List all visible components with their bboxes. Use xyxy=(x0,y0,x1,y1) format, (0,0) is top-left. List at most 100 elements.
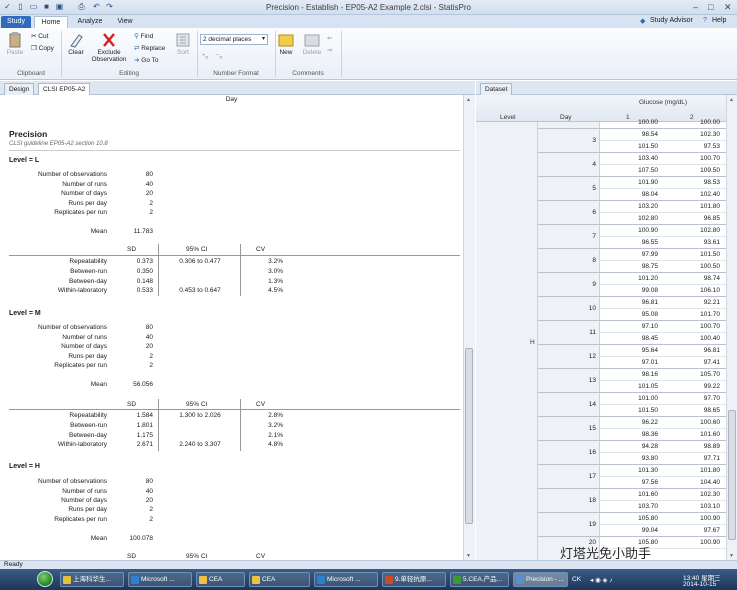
data-cell[interactable]: 92.21 xyxy=(662,297,720,309)
data-cell[interactable]: 100.70 xyxy=(662,321,720,333)
tab-view[interactable]: View xyxy=(112,16,138,28)
data-cell[interactable]: 96.81 xyxy=(600,297,658,309)
day-cell[interactable]: 18 xyxy=(538,497,596,504)
close-icon[interactable]: ✕ xyxy=(724,2,732,12)
day-cell[interactable]: 17 xyxy=(538,473,596,480)
paste-button[interactable]: Paste xyxy=(4,32,26,56)
day-cell[interactable]: 10 xyxy=(538,305,596,312)
data-cell[interactable]: 100.90 xyxy=(600,225,658,237)
day-cell[interactable]: 5 xyxy=(538,185,596,192)
day-cell[interactable]: 12 xyxy=(538,353,596,360)
taskbar-button[interactable]: CEA xyxy=(196,572,245,587)
study-advisor-link[interactable]: Study Advisor xyxy=(650,17,693,24)
data-cell[interactable]: 101.90 xyxy=(600,177,658,189)
find-button[interactable]: ⚲ Find xyxy=(134,32,153,40)
new-comment-button[interactable]: New xyxy=(276,32,296,56)
tab-design[interactable]: Design xyxy=(4,83,35,95)
data-cell[interactable]: 102.30 xyxy=(662,489,720,501)
data-cell[interactable]: 102.80 xyxy=(662,225,720,237)
scroll-down-icon[interactable]: ▼ xyxy=(466,553,471,559)
delete-comment-button[interactable]: Delete xyxy=(300,32,324,56)
day-cell[interactable]: 6 xyxy=(538,209,596,216)
tab-study[interactable]: Study xyxy=(1,16,31,28)
level-column-header[interactable]: Level xyxy=(500,114,516,121)
data-cell[interactable]: 101.50 xyxy=(662,249,720,261)
data-cell[interactable]: 101.00 xyxy=(600,393,658,405)
data-cell[interactable]: 103.40 xyxy=(600,153,658,165)
taskbar-button[interactable]: CEA xyxy=(249,572,310,587)
data-cell[interactable]: 101.20 xyxy=(600,273,658,285)
taskbar-button[interactable]: 9.单轻抗原... xyxy=(382,572,446,587)
taskbar-button[interactable]: Precision - ... xyxy=(513,572,568,587)
copy-button[interactable]: ❐ Copy xyxy=(31,44,54,52)
dataset-scrollbar-thumb[interactable] xyxy=(728,410,736,540)
day-cell[interactable]: 13 xyxy=(538,377,596,384)
data-cell[interactable]: 100.90 xyxy=(662,513,720,525)
data-cell[interactable]: 100.60 xyxy=(662,417,720,429)
maximize-icon[interactable]: □ xyxy=(708,2,713,12)
cut-button[interactable]: ✂ Cut xyxy=(31,32,48,40)
data-cell[interactable]: 101.80 xyxy=(662,465,720,477)
data-cell[interactable]: 98.53 xyxy=(662,177,720,189)
report-scrollbar-thumb[interactable] xyxy=(465,348,473,524)
day-cell[interactable]: 14 xyxy=(538,401,596,408)
taskbar-button[interactable]: 上海科华生... xyxy=(60,572,124,587)
data-cell[interactable]: 97.99 xyxy=(600,249,658,261)
data-cell[interactable]: 98.54 xyxy=(600,129,658,141)
decrease-decimal-icon[interactable]: ⁻₀ xyxy=(216,52,222,60)
taskbar-button[interactable]: Microsoft ... xyxy=(128,572,192,587)
help-link[interactable]: Help xyxy=(712,17,726,24)
previous-comment-icon[interactable]: ⇐ xyxy=(327,34,332,42)
data-cell[interactable]: 105.80 xyxy=(600,513,658,525)
day-cell[interactable]: 16 xyxy=(538,449,596,456)
tab-dataset[interactable]: Dataset xyxy=(480,83,513,95)
day-cell[interactable]: 8 xyxy=(538,257,596,264)
minimize-icon[interactable]: – xyxy=(693,2,698,12)
day-cell[interactable]: 11 xyxy=(538,329,596,336)
start-button[interactable] xyxy=(37,571,53,587)
sort-button[interactable]: Sort xyxy=(172,32,194,56)
data-cell[interactable]: 101.30 xyxy=(600,465,658,477)
tray-icons[interactable]: ◂ ◉ ◈ ♪ xyxy=(590,576,613,584)
day-cell[interactable]: 15 xyxy=(538,425,596,432)
data-cell[interactable]: 101.80 xyxy=(662,201,720,213)
replace-button[interactable]: ⇄ Replace xyxy=(134,44,165,52)
data-cell[interactable]: 105.70 xyxy=(662,369,720,381)
data-cell[interactable]: 94.28 xyxy=(600,441,658,453)
data-cell[interactable]: 97.70 xyxy=(662,393,720,405)
scroll-down-icon[interactable]: ▼ xyxy=(729,553,734,559)
day-cell[interactable]: 4 xyxy=(538,161,596,168)
scroll-up-icon[interactable]: ▲ xyxy=(729,97,734,103)
tab-clsi-ep05-a2[interactable]: CLSI EP05-A2 xyxy=(38,83,91,95)
day-cell[interactable]: 7 xyxy=(538,233,596,240)
data-cell[interactable]: 98.89 xyxy=(662,441,720,453)
day-cell[interactable]: 3 xyxy=(538,137,596,144)
taskbar-button[interactable]: Microsoft ... xyxy=(314,572,378,587)
increase-decimal-icon[interactable]: ⁺₀ xyxy=(202,52,208,60)
input-language[interactable]: CK xyxy=(572,576,581,583)
taskbar-button[interactable]: 5.CEA.产品... xyxy=(450,572,509,587)
clear-button[interactable]: Clear xyxy=(64,32,88,56)
next-comment-icon[interactable]: ⇒ xyxy=(327,46,332,54)
level-cell[interactable]: H xyxy=(530,339,535,346)
data-cell[interactable]: 96.22 xyxy=(600,417,658,429)
exclude-observation-button[interactable]: Exclude Observation xyxy=(90,32,128,63)
day-cell[interactable]: 19 xyxy=(538,521,596,528)
scroll-up-icon[interactable]: ▲ xyxy=(466,97,471,103)
data-cell[interactable]: 100.70 xyxy=(662,153,720,165)
data-cell[interactable]: 103.20 xyxy=(600,201,658,213)
clock-date[interactable]: 2014-10-15 xyxy=(683,581,716,588)
data-cell[interactable]: 96.81 xyxy=(662,345,720,357)
day-column-header[interactable]: Day xyxy=(560,114,572,121)
data-cell[interactable]: 98.16 xyxy=(600,369,658,381)
data-cell[interactable]: 102.30 xyxy=(662,129,720,141)
data-cell[interactable]: 100.90 xyxy=(662,537,720,549)
data-cell[interactable]: 98.74 xyxy=(662,273,720,285)
data-cell[interactable]: 95.64 xyxy=(600,345,658,357)
tab-analyze[interactable]: Analyze xyxy=(72,16,108,28)
data-cell[interactable]: 97.10 xyxy=(600,321,658,333)
day-cell[interactable]: 9 xyxy=(538,281,596,288)
tab-home[interactable]: Home xyxy=(34,16,68,28)
decimal-places-select[interactable]: 2 decimal places ▾ xyxy=(200,34,268,45)
goto-button[interactable]: ➜ Go To xyxy=(134,56,159,64)
